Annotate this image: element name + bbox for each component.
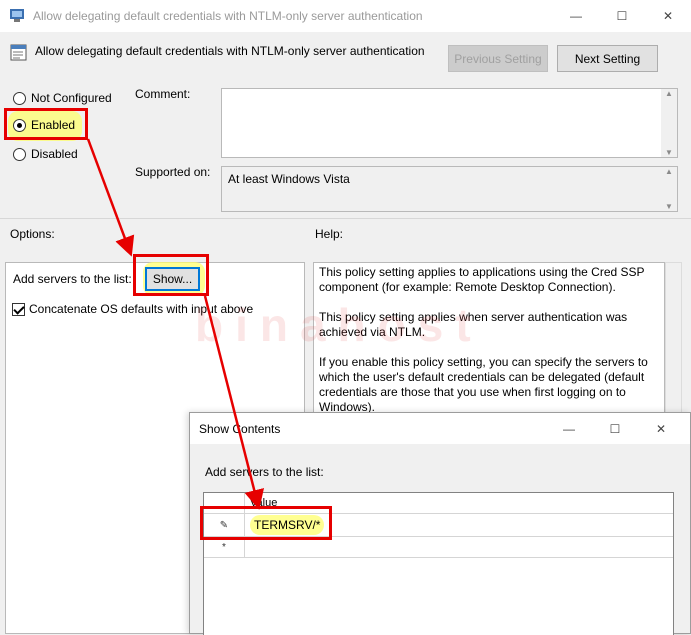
arrow-show-to-value [203, 295, 265, 510]
annotation-arrows [86, 138, 265, 510]
arrow-enabled-to-show [86, 138, 135, 257]
